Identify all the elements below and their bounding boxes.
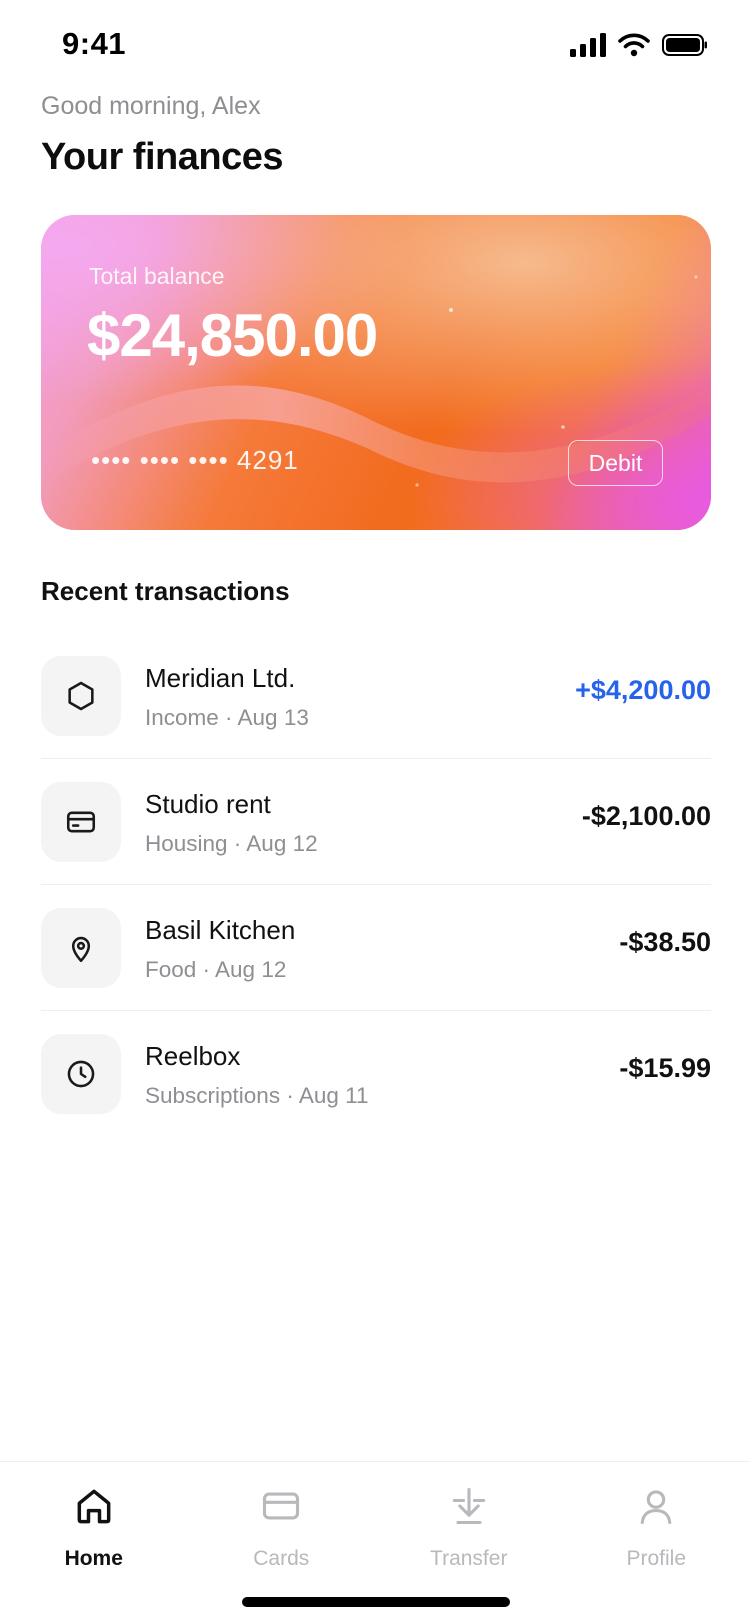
wifi-icon xyxy=(618,33,650,57)
finance-home-screen: 9:41 Good morning, Alex Your finances To… xyxy=(0,0,750,1624)
transaction-row[interactable]: Meridian Ltd. Income · Aug 13 +$4,200.00 xyxy=(41,633,711,759)
transaction-row[interactable]: Studio rent Housing · Aug 12 -$2,100.00 xyxy=(41,759,711,885)
masked-card-number: •••• •••• •••• 4291 xyxy=(91,445,299,475)
transaction-icon-box xyxy=(41,656,121,736)
tab-label: Profile xyxy=(626,1547,687,1570)
card-icon xyxy=(263,1492,300,1520)
balance-label: Total balance xyxy=(89,263,225,289)
home-icon xyxy=(77,1489,111,1524)
card-icon xyxy=(66,811,96,833)
transaction-icon-box xyxy=(41,908,121,988)
tab-home[interactable]: Home xyxy=(0,1462,188,1582)
tab-cards[interactable]: Cards xyxy=(188,1462,376,1582)
transaction-amount: -$2,100.00 xyxy=(581,801,711,831)
transaction-meta: Subscriptions · Aug 11 xyxy=(145,1083,369,1108)
transaction-amount: +$4,200.00 xyxy=(575,675,711,705)
transaction-row[interactable]: Basil Kitchen Food · Aug 12 -$38.50 xyxy=(41,885,711,1011)
transaction-meta: Food · Aug 12 xyxy=(145,957,287,982)
profile-icon xyxy=(640,1490,672,1525)
transfer-icon xyxy=(452,1487,485,1525)
clock-icon xyxy=(67,1060,95,1088)
transaction-name: Basil Kitchen xyxy=(145,915,296,945)
tab-label: Cards xyxy=(253,1547,310,1570)
signal-icon xyxy=(570,33,606,57)
status-icons xyxy=(570,30,708,60)
status-bar: 9:41 xyxy=(0,0,750,92)
location-pin-icon xyxy=(71,936,91,963)
balance-amount: $24,850.00 xyxy=(87,302,378,369)
transaction-meta: Income · Aug 13 xyxy=(145,705,309,730)
tab-profile[interactable]: Profile xyxy=(563,1462,750,1582)
page-title: Your finances xyxy=(41,136,283,178)
transaction-row[interactable]: Reelbox Subscriptions · Aug 11 -$15.99 xyxy=(41,1011,711,1137)
transaction-meta: Housing · Aug 12 xyxy=(145,831,318,856)
transaction-icon-box xyxy=(41,782,121,862)
transaction-name: Reelbox xyxy=(145,1041,241,1071)
transaction-list: Meridian Ltd. Income · Aug 13 +$4,200.00… xyxy=(41,633,711,1137)
balance-card[interactable]: Total balance $24,850.00 •••• •••• •••• … xyxy=(41,215,711,530)
tab-transfer[interactable]: Transfer xyxy=(375,1462,563,1582)
tab-label: Transfer xyxy=(430,1547,508,1570)
section-title-recent-transactions: Recent transactions xyxy=(41,576,290,606)
hexagon-icon xyxy=(68,681,94,711)
transaction-amount: -$15.99 xyxy=(619,1053,711,1083)
battery-icon xyxy=(662,34,707,56)
transaction-amount: -$38.50 xyxy=(619,927,711,957)
status-time: 9:41 xyxy=(62,26,127,61)
greeting: Good morning, Alex xyxy=(41,92,261,120)
home-indicator xyxy=(242,1597,510,1607)
transaction-icon-box xyxy=(41,1034,121,1114)
card-type-badge: Debit xyxy=(568,440,663,486)
transaction-name: Meridian Ltd. xyxy=(145,663,296,693)
transaction-name: Studio rent xyxy=(145,789,271,819)
tab-label: Home xyxy=(64,1547,123,1570)
